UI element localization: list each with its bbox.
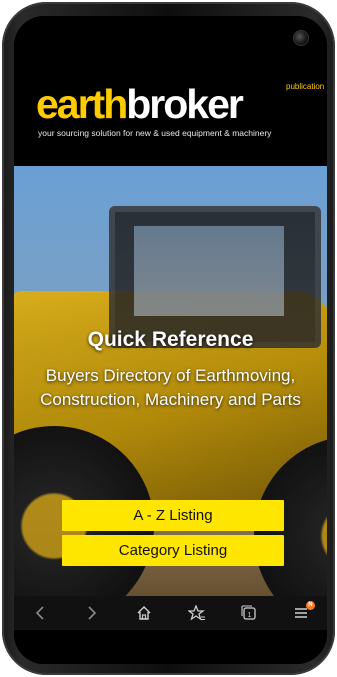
phone-frame: earthbroker publication your sourcing so… <box>2 2 335 675</box>
hero-banner: Quick Reference Buyers Directory of Eart… <box>14 166 327 596</box>
forward-icon <box>88 606 97 620</box>
home-button[interactable] <box>124 596 164 630</box>
menu-notification-badge: N <box>305 601 315 610</box>
back-button[interactable] <box>20 596 60 630</box>
tabs-count: 1 <box>247 612 251 619</box>
back-icon <box>35 606 44 620</box>
forward-button[interactable] <box>72 596 112 630</box>
quick-reference-subtitle: Buyers Directory of Earthmoving, Constru… <box>40 366 301 409</box>
publication-label: publication <box>286 82 325 91</box>
menu-button[interactable]: N <box>281 596 321 630</box>
tabs-button[interactable]: 1 <box>229 596 269 630</box>
logo-broker-text: broker <box>126 81 244 127</box>
app-header: earthbroker publication your sourcing so… <box>14 16 327 166</box>
bookmarks-button[interactable] <box>177 596 217 630</box>
bookmark-star-icon <box>187 605 205 621</box>
bottom-screen-area <box>14 630 327 664</box>
home-icon <box>137 606 151 620</box>
earthbroker-logo: earthbroker <box>36 81 244 127</box>
tagline: your sourcing solution for new & used eq… <box>38 128 272 138</box>
logo-earth-text: earth <box>36 81 128 127</box>
category-listing-button[interactable]: Category Listing <box>62 535 284 566</box>
phone-screen: earthbroker publication your sourcing so… <box>14 16 327 664</box>
browser-nav-bar: 1 N <box>14 596 327 630</box>
tabs-icon: 1 <box>241 605 256 620</box>
front-camera-icon <box>293 30 309 46</box>
quick-reference-title: Quick Reference <box>87 328 254 351</box>
az-listing-button[interactable]: A - Z Listing <box>62 500 284 531</box>
